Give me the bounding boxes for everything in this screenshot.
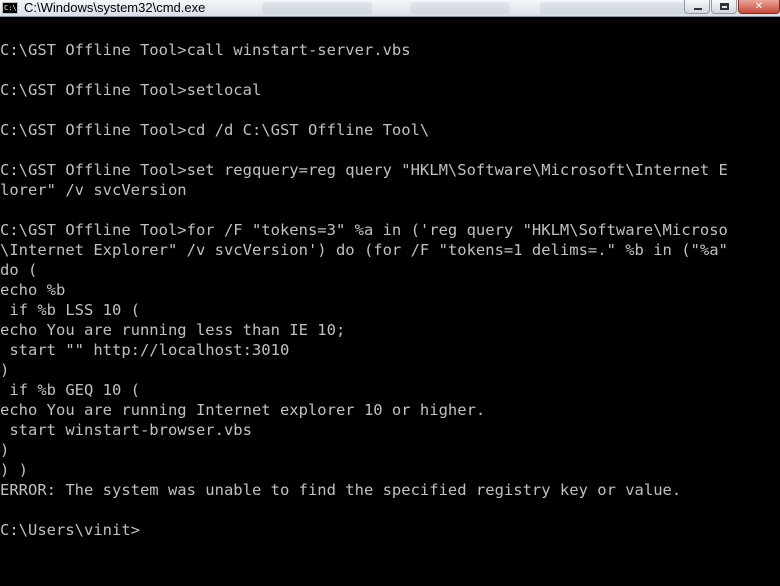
console-error-line: ERROR: The system was unable to find the… — [0, 481, 682, 499]
close-button[interactable]: ✕ — [738, 0, 780, 14]
console-line: start winstart-browser.vbs — [0, 421, 252, 439]
console-line: if %b LSS 10 ( — [0, 301, 140, 319]
console-line: C:\GST Offline Tool>cd /d C:\GST Offline… — [0, 121, 430, 139]
minimize-icon — [694, 8, 702, 10]
console-line: \Internet Explorer" /v svcVersion') do (… — [0, 241, 728, 259]
console-line: lorer" /v svcVersion — [0, 181, 187, 199]
background-taskbar-ghost — [540, 2, 690, 14]
title-bar[interactable]: C:\ C:\Windows\system32\cmd.exe ✕ — [0, 0, 780, 17]
maximize-button[interactable] — [711, 0, 737, 14]
minimize-button[interactable] — [684, 0, 710, 14]
console-line: C:\GST Offline Tool>for /F "tokens=3" %a… — [0, 221, 728, 239]
console-line: C:\GST Offline Tool>call winstart-server… — [0, 41, 411, 59]
console-line: ) ) — [0, 461, 28, 479]
console-line: ) — [0, 441, 10, 459]
cmd-app-icon[interactable]: C:\ — [2, 2, 18, 14]
window-controls: ✕ — [683, 0, 780, 16]
console-line: start "" http://localhost:3010 — [0, 341, 290, 359]
background-taskbar-ghost — [262, 2, 372, 14]
console-line: ) — [0, 361, 10, 379]
console-line: do ( — [0, 261, 38, 279]
console-output[interactable]: C:\GST Offline Tool>call winstart-server… — [0, 40, 780, 586]
console-line: echo %b — [0, 281, 66, 299]
console-line: echo You are running Internet explorer 1… — [0, 401, 486, 419]
background-taskbar-ghost — [410, 2, 510, 14]
window-title: C:\Windows\system32\cmd.exe — [24, 0, 206, 15]
console-line: C:\GST Offline Tool>setlocal — [0, 81, 262, 99]
console-line: C:\GST Offline Tool>set regquery=reg que… — [0, 161, 728, 179]
close-icon: ✕ — [754, 1, 764, 12]
maximize-icon — [720, 3, 729, 10]
console-line: echo You are running less than IE 10; — [0, 321, 346, 339]
command-prompt[interactable]: C:\Users\vinit> — [0, 520, 780, 540]
console-line: if %b GEQ 10 ( — [0, 381, 140, 399]
